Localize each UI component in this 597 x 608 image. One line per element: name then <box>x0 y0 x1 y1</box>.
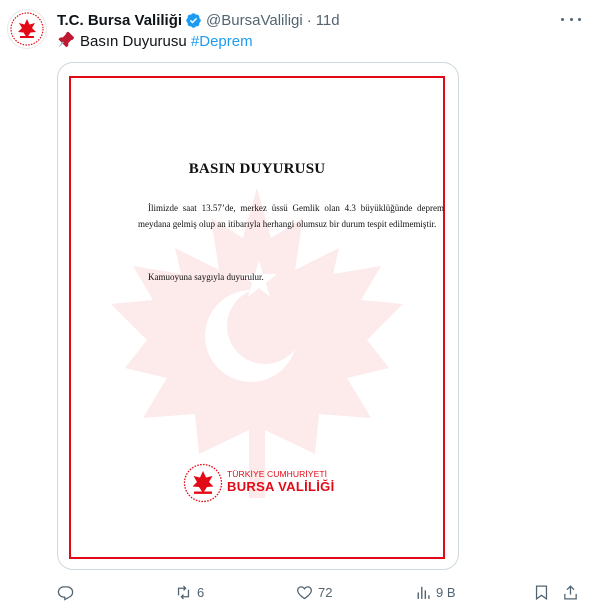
views-chart-icon <box>417 586 430 599</box>
document-closing: Kamuoyuna saygıyla duyurulur. <box>148 272 264 282</box>
bookmark-button[interactable] <box>533 584 550 601</box>
document-body: İlimizde saat 13.57’de, merkez üssü Geml… <box>138 203 444 229</box>
bursa-emblem-icon <box>10 12 44 46</box>
views-count: 9 B <box>436 585 456 600</box>
press-release-document: BASIN DUYURUSU İlimizde saat 13.57’de, m… <box>69 76 445 559</box>
share-icon <box>564 585 577 600</box>
attached-image[interactable]: BASIN DUYURUSU İlimizde saat 13.57’de, m… <box>57 62 459 570</box>
like-count: 72 <box>318 585 333 600</box>
tweet[interactable]: T.C. Bursa Valiliği @BursaValiligi · 11d… <box>0 0 597 608</box>
user-handle[interactable]: @BursaValiligi <box>206 12 303 29</box>
reply-button[interactable] <box>57 584 79 601</box>
verified-badge-icon[interactable] <box>185 12 202 29</box>
share-button[interactable] <box>562 584 579 601</box>
reply-icon <box>57 586 74 601</box>
tweet-text-content: Basın Duyurusu <box>80 33 187 50</box>
document-org-line2: BURSA VALİLİĞİ <box>227 479 335 494</box>
display-name[interactable]: T.C. Bursa Valiliği <box>57 12 182 29</box>
bursa-valiligi-logo-icon <box>183 463 223 503</box>
retweet-button[interactable]: 6 <box>175 584 204 601</box>
retweet-icon <box>177 585 190 600</box>
separator-dot: · <box>306 11 312 29</box>
heart-icon <box>297 586 312 600</box>
hashtag-link[interactable]: #Deprem <box>191 33 253 50</box>
more-options-icon[interactable] <box>561 11 581 27</box>
retweet-count: 6 <box>197 585 205 600</box>
pushpin-icon <box>58 31 74 48</box>
avatar[interactable] <box>7 9 47 49</box>
bookmark-icon <box>535 585 548 601</box>
timestamp[interactable]: 11d <box>316 12 340 29</box>
tweet-actions: 6 72 9 B <box>0 580 597 606</box>
document-title: BASIN DUYURUSU <box>188 161 326 177</box>
like-button[interactable]: 72 <box>296 584 332 601</box>
tweet-header: T.C. Bursa Valiliği @BursaValiligi · 11d <box>57 10 340 30</box>
views-button[interactable]: 9 B <box>414 584 456 601</box>
document-org-line1: TÜRKİYE CUMHURİYETİ <box>227 469 328 479</box>
tweet-text: Basın Duyurusu #Deprem <box>57 31 253 51</box>
